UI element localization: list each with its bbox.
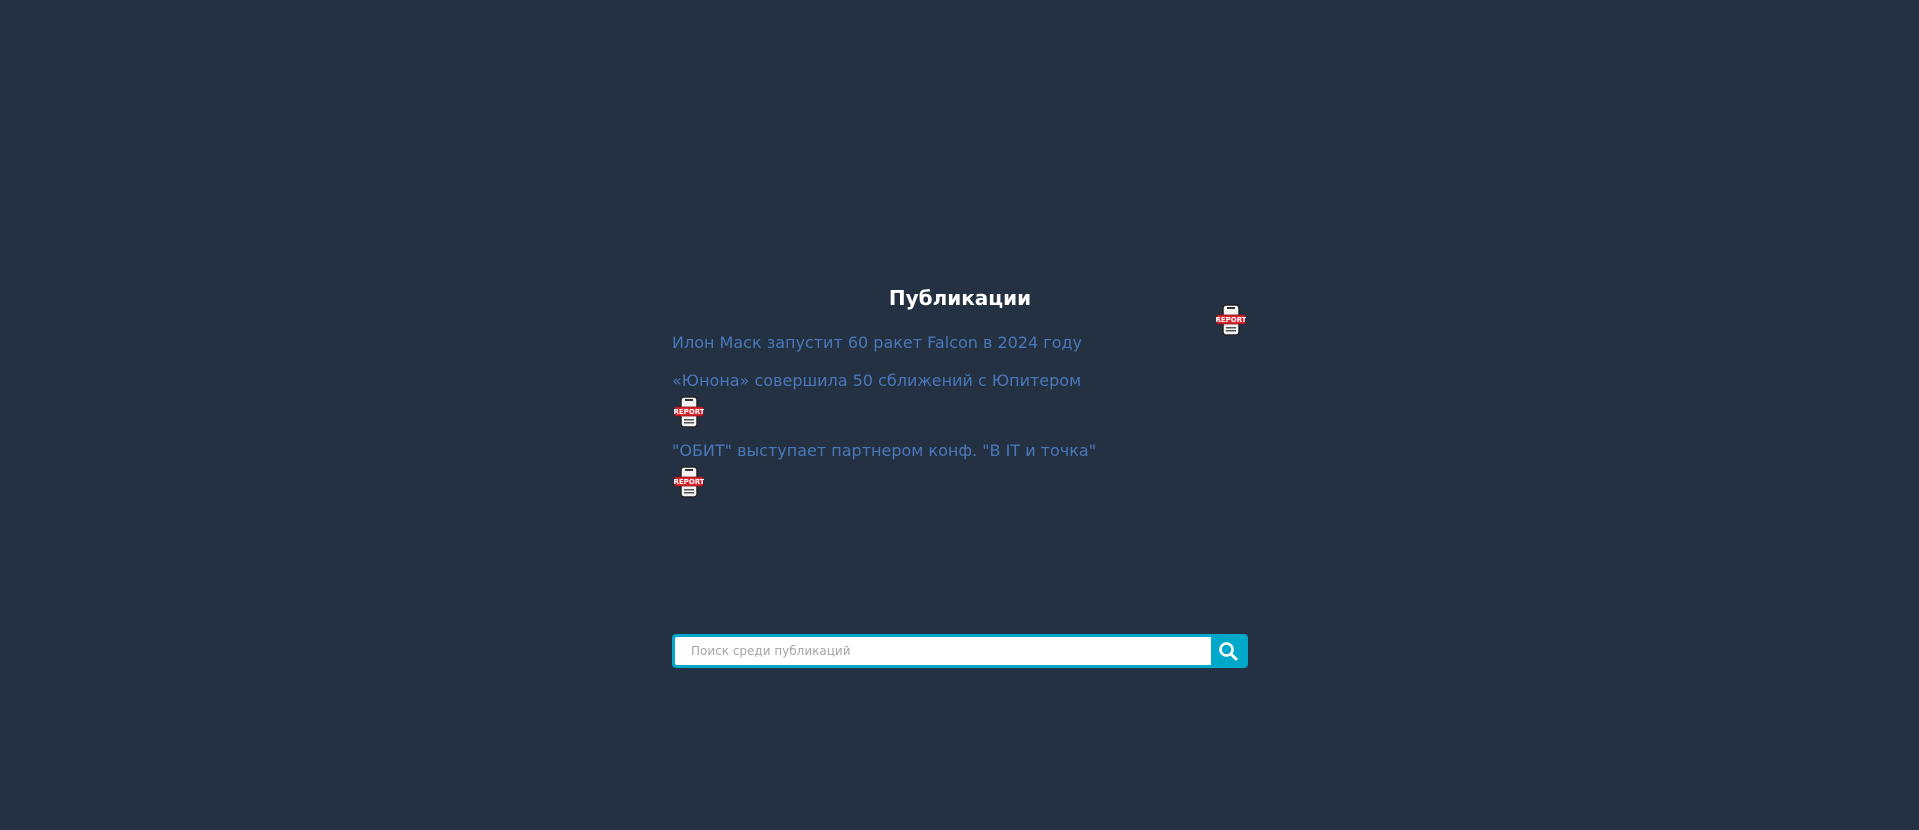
publication-list: Илон Маск запустит 60 ракет Falcon в 202… [672,304,1248,512]
report-icon-label: REPORT [674,478,704,486]
search-bar [672,634,1248,668]
search-icon [1219,642,1238,661]
publication-link-2[interactable]: «Юнона» совершила 50 сближений с Юпитеро… [672,370,1081,392]
search-button[interactable] [1211,637,1245,665]
report-icon[interactable]: REPORT [1216,304,1246,336]
report-icon[interactable]: REPORT [674,396,704,428]
publication-link-1[interactable]: Илон Маск запустит 60 ракет Falcon в 202… [672,332,1082,354]
page-title: Публикации [888,286,1032,310]
publication-link-3[interactable]: "ОБИТ" выступает партнером конф. "В IT и… [672,440,1096,462]
search-input[interactable] [675,637,1211,665]
report-icon[interactable]: REPORT [674,466,704,498]
report-icon-label: REPORT [1216,316,1246,324]
report-icon-label: REPORT [674,408,704,416]
publications-section: Публикации Илон Маск запустит 60 ракет F… [672,280,1248,512]
